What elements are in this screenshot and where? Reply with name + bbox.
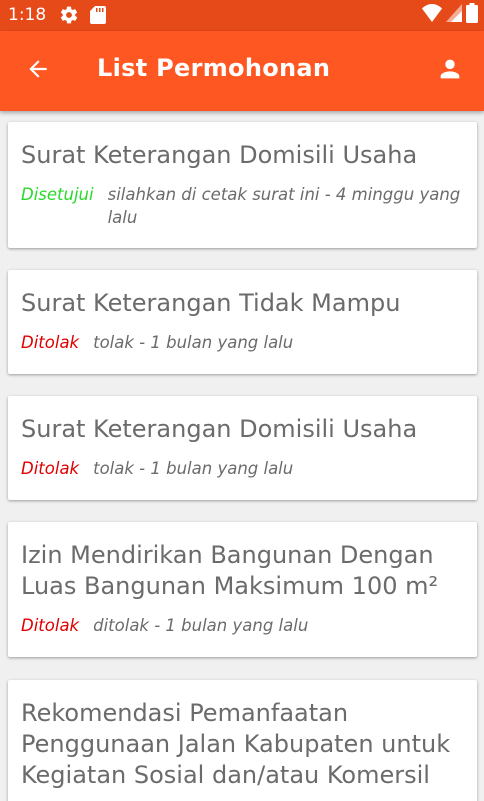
request-note: tolak - 1 bulan yang lalu	[93, 459, 294, 478]
request-note: tolak - 1 bulan yang lalu	[93, 333, 294, 352]
request-meta: Ditolak tolak - 1 bulan yang lalu	[21, 457, 463, 480]
status-badge: Disetujui	[21, 185, 94, 204]
arrow-back-icon	[25, 56, 51, 87]
app-bar: List Permohonan	[0, 31, 484, 111]
request-meta: Disetujui silahkan di cetak surat ini - …	[21, 183, 463, 229]
status-badge: Ditolak	[21, 333, 80, 352]
status-badge: Ditolak	[21, 459, 80, 478]
wifi-icon	[422, 3, 442, 27]
request-card[interactable]: Surat Keterangan Tidak Mampu Ditolak tol…	[8, 270, 477, 374]
status-badge: Ditolak	[21, 616, 80, 635]
account-icon	[436, 55, 464, 88]
request-meta: Ditolak tolak - 1 bulan yang lalu	[21, 331, 463, 354]
page-title: List Permohonan	[97, 54, 331, 82]
request-title: Rekomendasi Pemanfaatan Penggunaan Jalan…	[21, 699, 451, 789]
request-card[interactable]: Surat Keterangan Domisili Usaha Ditolak …	[8, 396, 477, 500]
sd-card-icon	[90, 6, 106, 24]
request-title: Surat Keterangan Domisili Usaha	[21, 141, 418, 169]
battery-icon	[466, 2, 478, 28]
status-bar: 1:18	[0, 0, 484, 31]
account-button[interactable]	[426, 47, 474, 95]
request-title: Surat Keterangan Tidak Mampu	[21, 289, 401, 317]
gear-icon	[59, 5, 79, 25]
request-meta: Ditolak ditolak - 1 bulan yang lalu	[21, 614, 463, 637]
status-time: 1:18	[8, 5, 47, 25]
request-title: Izin Mendirikan Bangunan Dengan Luas Ban…	[21, 541, 439, 600]
request-list[interactable]: Surat Keterangan Domisili Usaha Disetuju…	[0, 111, 484, 801]
request-title: Surat Keterangan Domisili Usaha	[21, 415, 418, 443]
request-note: silahkan di cetak surat ini - 4 minggu y…	[107, 185, 461, 227]
request-card[interactable]: Surat Keterangan Domisili Usaha Disetuju…	[8, 122, 477, 248]
request-card[interactable]: Izin Mendirikan Bangunan Dengan Luas Ban…	[8, 522, 477, 657]
signal-icon	[446, 3, 462, 27]
request-note: ditolak - 1 bulan yang lalu	[93, 616, 309, 635]
request-card[interactable]: Rekomendasi Pemanfaatan Penggunaan Jalan…	[8, 680, 477, 801]
back-button[interactable]	[14, 47, 62, 95]
